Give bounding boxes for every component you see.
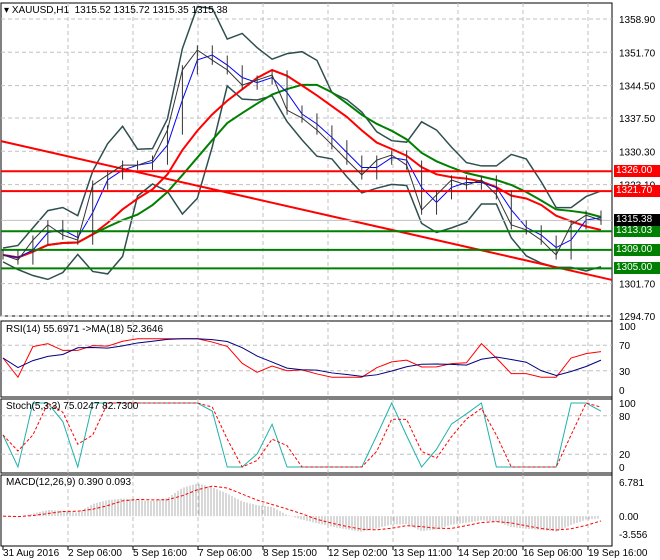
time-tick-label: 14 Sep 20:00: [458, 548, 518, 559]
stoch-tick-label: 80: [619, 412, 631, 423]
chart-header: ▾ XAUUSD,H1 1315.52 1315.72 1315.35 1315…: [4, 5, 228, 16]
time-tick-label: 13 Sep 11:00: [393, 548, 452, 559]
time-tick-label: 5 Sep 16:00: [133, 548, 187, 559]
rsi-tick-label: 30: [619, 367, 631, 378]
time-tick-label: 2 Sep 06:00: [68, 548, 122, 559]
price-tag: 1321.70: [614, 185, 660, 198]
open-value: 1315.52: [74, 5, 111, 16]
macd-label: MACD(12,26,9) 0.390 0.093: [6, 477, 132, 488]
macd-tick-label: 0.00: [619, 512, 639, 523]
stoch-signal-line: [2, 402, 602, 468]
time-tick-label: 19 Sep 16:00: [588, 548, 648, 559]
rsi-tick-label: 70: [619, 341, 631, 352]
time-tick-label: 31 Aug 2016: [3, 548, 60, 559]
close-value: 1315.38: [191, 5, 228, 16]
rsi-tick-label: 0: [619, 386, 625, 397]
chart-canvas[interactable]: 1358.901351.701344.501337.501330.301323.…: [0, 0, 660, 560]
price-tick-label: 1301.70: [619, 280, 656, 291]
rsi-tick-label: 100: [619, 322, 636, 333]
high-value: 1315.72: [113, 5, 150, 16]
stoch-main-line: [2, 401, 602, 469]
price-tag: 1309.00: [614, 243, 660, 256]
stoch-tick-label: 0: [619, 463, 625, 474]
time-tick-label: 16 Sep 06:00: [523, 548, 583, 559]
price-tick-label: 1351.70: [619, 48, 656, 59]
time-tick-label: 12 Sep 02:00: [328, 548, 388, 559]
time-tick-label: 8 Sep 15:00: [263, 548, 317, 559]
stoch-tick-label: 20: [619, 450, 631, 461]
rsi-line: [2, 338, 602, 379]
low-value: 1315.35: [152, 5, 189, 16]
price-tag: 1326.00: [614, 165, 660, 178]
price-tick-label: 1330.30: [619, 147, 656, 158]
macd-tick-label: 6.781: [619, 478, 644, 489]
price-tag: 1315.38: [614, 214, 660, 227]
macd-tick-label: -3.556: [619, 530, 648, 541]
stoch-label: Stoch(5,3,3) 75.0247 82.7300: [6, 401, 139, 412]
stoch-tick-label: 100: [619, 399, 636, 410]
price-tick-label: 1344.50: [619, 82, 656, 93]
symbol-label: XAUUSD,H1: [11, 5, 70, 16]
dropdown-arrow-icon[interactable]: ▾: [4, 5, 9, 16]
price-tag: 1313.03: [614, 225, 660, 238]
price-tag: 1305.00: [614, 262, 660, 275]
price-tick-label: 1358.90: [619, 15, 656, 26]
rsi-label: RSI(14) 55.6971 ->MA(18) 52.3646: [6, 324, 164, 335]
price-tick-label: 1337.50: [619, 114, 656, 125]
trading-chart[interactable]: 1358.901351.701344.501337.501330.301323.…: [0, 0, 660, 560]
time-tick-label: 7 Sep 06:00: [198, 548, 252, 559]
